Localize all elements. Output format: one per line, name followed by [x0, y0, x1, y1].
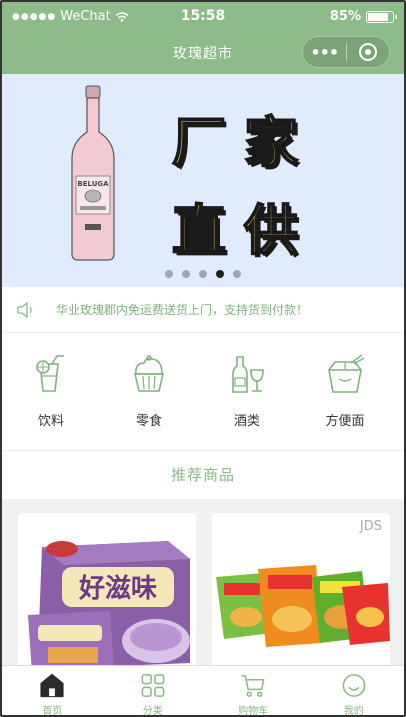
section-divider — [2, 450, 404, 451]
category-label: 饮料 — [37, 414, 64, 429]
record-circle-icon — [358, 43, 377, 61]
banner-carousel[interactable]: BELUGA 厂家 直供 — [2, 74, 404, 287]
smile-icon — [342, 674, 366, 697]
category-instant-noodles[interactable]: 方便面 — [296, 342, 394, 450]
top-bar: ●●●●● WeChat 15:58 85% 玫瑰超市 ••• — [2, 2, 404, 74]
carousel-dot[interactable] — [182, 270, 190, 278]
recommend-section-title: 推荐商品 — [170, 466, 235, 484]
close-button[interactable] — [346, 43, 389, 61]
more-button[interactable]: ••• — [303, 43, 346, 62]
category-liquor[interactable]: 酒类 — [198, 342, 296, 450]
tab-label: 首页 — [42, 706, 63, 717]
drink-icon — [36, 355, 64, 392]
tab-home[interactable]: 首页 — [2, 666, 103, 717]
category-label: 方便面 — [325, 414, 365, 429]
battery-icon — [366, 10, 397, 23]
app-frame: ●●●●● WeChat 15:58 85% 玫瑰超市 ••• BELUGA 厂… — [0, 0, 406, 717]
carousel-indicator — [2, 270, 404, 278]
product-card[interactable]: 好滋味 — [18, 513, 196, 673]
product-image-noodles — [216, 565, 390, 647]
cupcake-icon — [133, 355, 165, 392]
tab-profile[interactable]: 我的 — [304, 666, 405, 717]
tab-label: 我的 — [343, 706, 364, 717]
banner-line2: 直供 — [171, 197, 316, 263]
speaker-icon — [17, 301, 32, 318]
product-list: 好滋味 JDS — [2, 499, 404, 673]
tab-category[interactable]: 分类 — [103, 666, 204, 717]
banner-line1: 厂家 — [171, 109, 316, 175]
bottle-brand-text: BELUGA — [77, 180, 109, 188]
carousel-dot[interactable] — [233, 270, 241, 278]
status-bar: ●●●●● WeChat 15:58 85% — [2, 2, 404, 32]
category-grid: 饮料 零食 酒类 方便面 — [2, 342, 404, 450]
notice-bar: 华业玫瑰郡内免运费送货上门，支持货到付款！ — [2, 287, 404, 333]
wine-icon — [232, 356, 264, 393]
cart-icon — [241, 675, 265, 697]
tab-label: 分类 — [142, 706, 163, 717]
miniprogram-capsule: ••• — [302, 36, 390, 68]
carousel-dot-active[interactable] — [216, 270, 224, 278]
tab-cart[interactable]: 购物车 — [203, 666, 304, 717]
category-drinks[interactable]: 饮料 — [2, 342, 100, 450]
battery-percent: 85% — [329, 9, 361, 24]
product-watermark: JDS — [359, 519, 382, 534]
product-brand-text: 好滋味 — [78, 573, 157, 604]
product-card[interactable]: JDS — [212, 513, 390, 673]
home-icon — [40, 673, 64, 698]
vodka-bottle-image: BELUGA — [71, 85, 115, 261]
noodle-box-icon — [328, 354, 365, 393]
banner-headline: 厂家 直供 — [171, 98, 352, 274]
carousel-dot[interactable] — [199, 270, 207, 278]
category-label: 零食 — [135, 414, 162, 429]
category-label: 酒类 — [233, 414, 260, 429]
notice-text: 华业玫瑰郡内免运费送货上门，支持货到付款！ — [56, 303, 309, 317]
product-image-milk-tea: 好滋味 — [28, 541, 190, 673]
tab-label: 购物车 — [238, 706, 269, 717]
carousel-dot[interactable] — [165, 270, 173, 278]
category-snacks[interactable]: 零食 — [100, 342, 198, 450]
grid-icon — [141, 674, 165, 697]
bottom-tab-bar: 首页 分类 购物车 我的 — [2, 665, 405, 717]
